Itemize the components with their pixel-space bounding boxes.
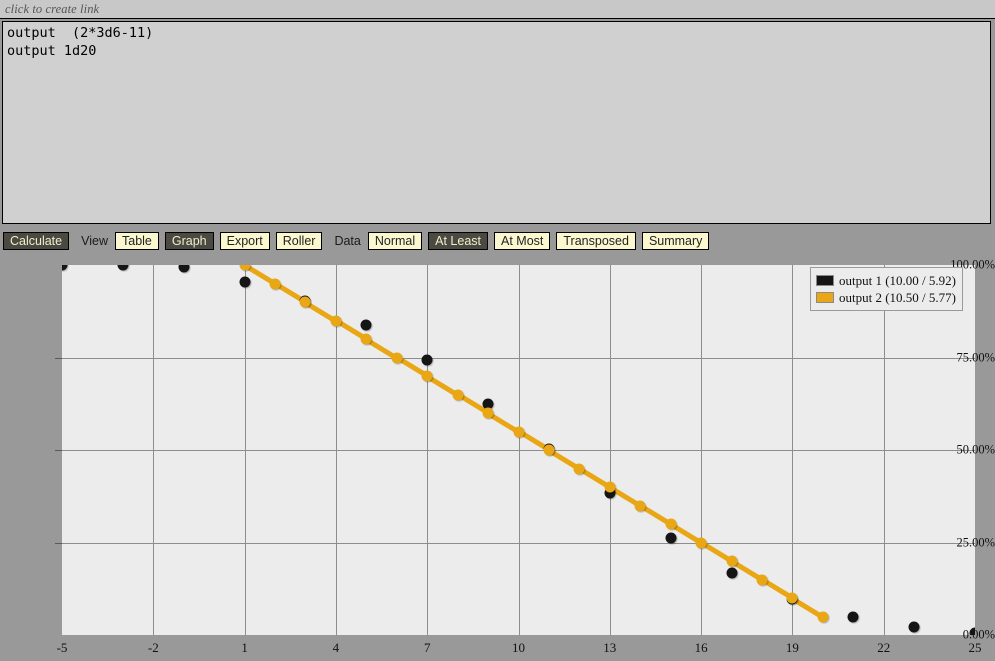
data-point	[269, 278, 281, 289]
data-point	[299, 296, 311, 308]
data-point	[604, 481, 616, 493]
data-point	[817, 611, 829, 622]
data-button-group: Normal At Least At Most Transposed Summary	[365, 232, 713, 250]
legend-label: output 1 (10.00 / 5.92)	[839, 272, 956, 288]
legend-label: output 2 (10.50 / 5.77)	[839, 289, 956, 305]
x-axis-tick-label: 16	[694, 640, 708, 655]
x-axis-tick-label: 19	[785, 640, 799, 655]
output-text-area[interactable]: output (2*3d6-11) output 1d20	[2, 21, 991, 224]
x-axis-tick-label: 25	[968, 640, 982, 655]
data-point	[178, 265, 190, 273]
calculate-button[interactable]: Calculate	[3, 232, 70, 250]
view-table-button[interactable]: Table	[115, 232, 159, 250]
data-point	[391, 352, 403, 363]
data-point	[543, 444, 555, 456]
x-axis-tick-label: 7	[423, 640, 431, 655]
x-axis-tick-label: 4	[332, 640, 340, 655]
gridline-horizontal	[62, 542, 975, 544]
app-root: click to create link output (2*3d6-11) o…	[0, 0, 995, 661]
x-axis-tick-label: -5	[56, 640, 68, 655]
data-point	[726, 567, 738, 579]
data-label: Data	[334, 234, 361, 248]
data-point	[482, 407, 494, 419]
x-axis-tick-label: 10	[512, 640, 525, 655]
x-axis-tick-label: 22	[877, 640, 891, 655]
y-axis-tick-label: 75.00%	[956, 350, 995, 364]
plot-canvas[interactable]	[62, 265, 975, 635]
x-axis-tick-label: 13	[603, 640, 617, 655]
view-button-group: Table Graph Export Roller	[112, 232, 325, 250]
y-axis-tick-label: 25.00%	[956, 535, 995, 549]
y-axis-tick-mark	[55, 450, 62, 451]
data-point	[330, 315, 342, 326]
gridline-horizontal	[62, 450, 975, 451]
data-point	[573, 463, 585, 474]
data-point	[665, 518, 677, 530]
data-point	[847, 611, 859, 623]
data-point	[117, 265, 129, 271]
data-normal-button[interactable]: Normal	[367, 232, 423, 250]
data-point	[665, 532, 677, 544]
data-point	[908, 621, 920, 633]
gridline-horizontal	[62, 357, 975, 359]
legend-color-swatch	[816, 292, 834, 303]
data-point	[695, 537, 707, 548]
view-roller-button[interactable]: Roller	[275, 232, 323, 250]
data-point	[726, 555, 738, 567]
y-axis-tick-mark	[55, 542, 62, 544]
view-export-button[interactable]: Export	[219, 232, 270, 250]
y-axis-tick-label: 50.00%	[956, 442, 995, 457]
x-axis-tick-label: -2	[147, 640, 159, 655]
legend-color-swatch	[816, 275, 834, 286]
chart-area: 100.00% 75.00% 50.00% 25.00% 0.00% -5 -2 1 4 7 10 1…	[0, 252, 995, 661]
data-point	[421, 354, 433, 366]
toolbar: Calculate View Table Graph Export Roller Da…	[0, 230, 995, 252]
data-transposed-button[interactable]: Transposed	[556, 232, 636, 250]
data-point	[62, 265, 68, 271]
x-axis-tick-label: 1	[241, 640, 248, 655]
y-axis-tick-label: 0.00%	[962, 627, 995, 642]
view-label: View	[81, 234, 108, 248]
data-point	[360, 319, 372, 331]
data-point	[513, 426, 524, 437]
data-point	[634, 500, 646, 511]
data-summary-button[interactable]: Summary	[641, 232, 710, 250]
legend-item: output 2 (10.50 / 5.77)	[816, 289, 956, 306]
data-point	[421, 370, 433, 382]
data-point	[360, 333, 372, 345]
data-at-most-button[interactable]: At Most	[494, 232, 551, 250]
data-point	[452, 389, 464, 400]
data-at-least-button[interactable]: At Least	[428, 232, 489, 250]
view-graph-button[interactable]: Graph	[164, 232, 214, 250]
chart-legend: output 1 (10.00 / 5.92) output 2 (10.50 /…	[810, 267, 963, 311]
legend-item: output 1 (10.00 / 5.92)	[816, 272, 956, 289]
data-point	[239, 276, 251, 288]
data-point	[756, 574, 768, 585]
create-link-text[interactable]: click to create link	[5, 2, 99, 17]
y-axis-tick-mark	[55, 357, 62, 359]
create-link-bar[interactable]: click to create link	[0, 0, 995, 19]
data-point	[786, 592, 798, 604]
